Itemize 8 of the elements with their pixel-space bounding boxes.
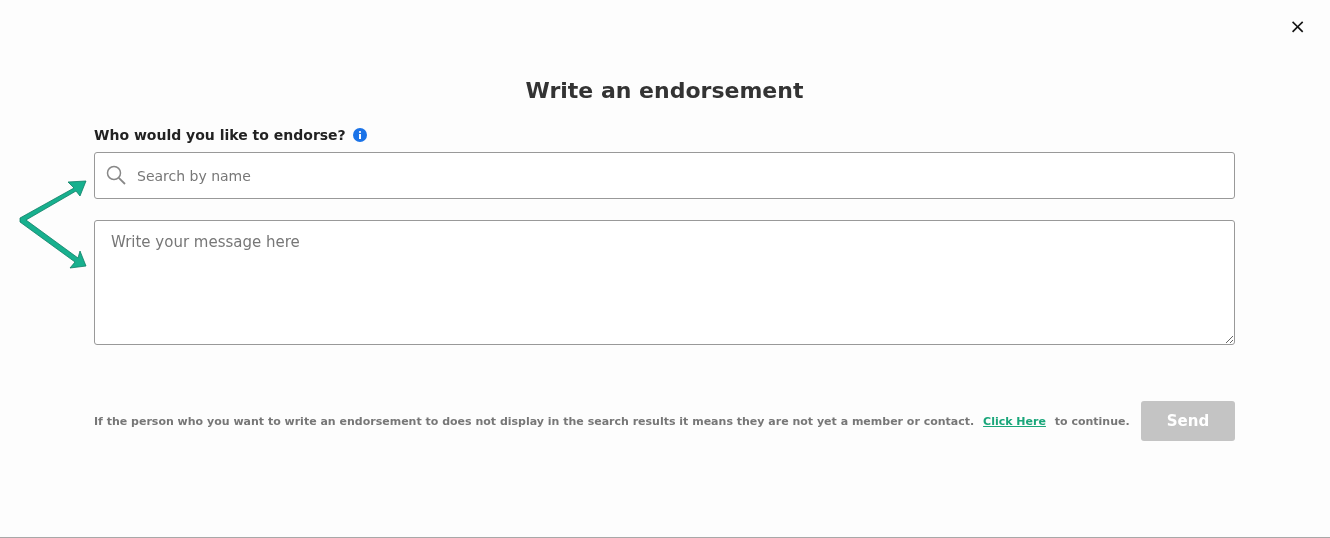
question-label: Who would you like to endorse?: [94, 127, 346, 143]
dialog-title: Write an endorsement: [524, 77, 805, 105]
search-field[interactable]: Search by name: [94, 152, 1235, 199]
info-icon: [352, 128, 367, 142]
info-text: If the person who you want to write an endorsement to does not display in the search results it means they are not yet a member or contact. Click Here to continue.: [94, 414, 1130, 428]
close-button[interactable]: ×: [1285, 14, 1310, 38]
click-here-link[interactable]: Click Here: [983, 414, 1046, 428]
message-field[interactable]: Write your message here: [94, 220, 1235, 345]
